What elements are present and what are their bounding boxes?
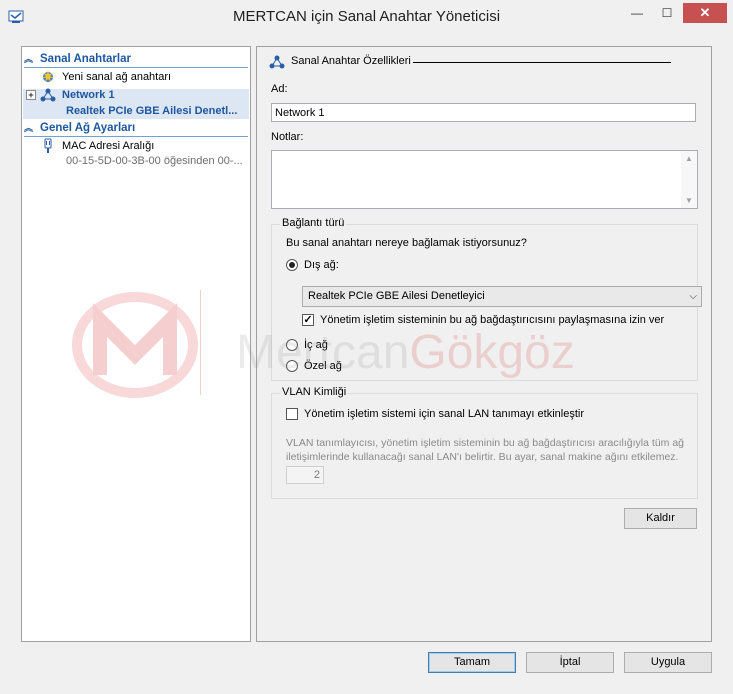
external-network-radio[interactable]: [286, 259, 298, 271]
network-adapter-subitem[interactable]: Realtek PCIe GBE Ailesi Denetl...: [66, 103, 250, 119]
vlan-id-group: VLAN Kimliği Yönetim işletim sistemi içi…: [271, 386, 698, 499]
section-divider: [24, 136, 248, 137]
vlan-enable-label[interactable]: Yönetim işletim sistemi için sanal LAN t…: [304, 408, 584, 420]
notes-label: Notlar:: [271, 131, 304, 143]
external-network-label[interactable]: Dış ağ:: [304, 259, 339, 271]
vlan-id-input: 2: [286, 466, 324, 484]
cancel-button[interactable]: İptal: [526, 652, 614, 673]
section-virtual-switches[interactable]: ︽ Sanal Anahtarlar: [24, 51, 131, 67]
properties-title: Sanal Anahtar Özellikleri: [291, 55, 411, 67]
connection-question: Bu sanal anahtarı nereye bağlamak istiyo…: [286, 237, 527, 249]
ok-button[interactable]: Tamam: [428, 652, 516, 673]
vlan-description: VLAN tanımlayıcısı, yönetim işletim sist…: [286, 437, 684, 463]
connection-type-group: Bağlantı türü Bu sanal anahtarı nereye b…: [271, 217, 702, 381]
external-adapter-select[interactable]: Realtek PCIe GBE Ailesi Denetleyici ⌵: [302, 286, 702, 307]
title-divider: [413, 62, 671, 63]
title-bar: MERTCAN için Sanal Anahtar Yöneticisi — …: [0, 0, 733, 34]
vlan-enable-checkbox[interactable]: [286, 408, 298, 420]
connection-type-title: Bağlantı türü: [280, 217, 347, 229]
private-network-radio[interactable]: [286, 360, 298, 372]
maximize-button[interactable]: ☐: [654, 4, 680, 22]
vlan-id-title: VLAN Kimliği: [280, 386, 349, 398]
section-divider: [24, 67, 248, 68]
internal-network-radio[interactable]: [286, 339, 298, 351]
apply-button[interactable]: Uygula: [624, 652, 712, 673]
properties-pane: Sanal Anahtar Özellikleri Ad: Network 1 …: [256, 46, 712, 642]
internal-network-label[interactable]: İç ağ: [304, 339, 328, 351]
mac-address-range-item[interactable]: MAC Adresi Aralığı: [22, 138, 250, 154]
notes-scrollbar[interactable]: ▲ ▼: [681, 151, 697, 208]
close-button[interactable]: ✕: [683, 3, 727, 23]
expand-icon[interactable]: +: [26, 90, 36, 100]
network-switch-icon: [40, 88, 56, 102]
minimize-button[interactable]: —: [624, 4, 650, 22]
new-switch-icon: [42, 70, 54, 82]
name-label: Ad:: [271, 83, 288, 95]
name-input[interactable]: Network 1: [271, 103, 696, 122]
navigation-pane: ︽ Sanal Anahtarlar Yeni sanal ağ anahtarı…: [21, 46, 251, 642]
notes-textarea[interactable]: ▲ ▼: [271, 150, 698, 209]
new-virtual-switch-item[interactable]: Yeni sanal ağ anahtarı: [22, 69, 250, 85]
mac-address-range-value: 00-15-5D-00-3B-00 öğesinden 00-...: [66, 155, 243, 167]
scroll-down-icon[interactable]: ▼: [685, 196, 693, 205]
scroll-up-icon[interactable]: ▲: [685, 154, 693, 163]
chevron-down-icon: ⌵: [689, 291, 697, 302]
allow-management-share-label[interactable]: Yönetim işletim sisteminin bu ağ bağdaşt…: [320, 314, 664, 326]
network-1-item[interactable]: + Network 1: [22, 87, 250, 103]
remove-button[interactable]: Kaldır: [624, 508, 697, 529]
network-switch-icon: [269, 55, 285, 69]
collapse-icon: ︽: [24, 123, 34, 133]
private-network-label[interactable]: Özel ağ: [304, 360, 342, 372]
collapse-icon: ︽: [24, 54, 34, 64]
mac-range-icon: [44, 138, 52, 153]
section-global-network-settings[interactable]: ︽ Genel Ağ Ayarları: [24, 120, 135, 136]
allow-management-share-checkbox[interactable]: ✓: [302, 314, 314, 326]
